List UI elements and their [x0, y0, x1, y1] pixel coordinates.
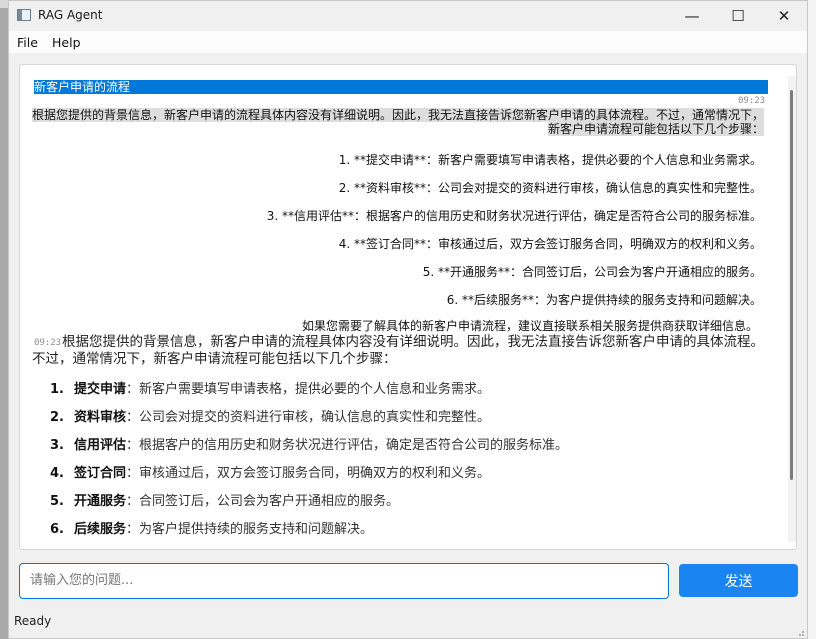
title-bar[interactable]: RAG Agent — ☐ ✕ [9, 1, 807, 31]
status-text: Ready [14, 614, 52, 628]
item-text: ：审核通过后，双方会签订服务合同，明确双方的权利和义务。 [126, 466, 491, 481]
rendered-answer-item: 4. 签订合同：审核通过后，双方会签订服务合同，明确双方的权利和义务。 [50, 462, 490, 481]
close-button[interactable]: ✕ [761, 1, 807, 31]
menu-file[interactable]: File [17, 35, 38, 50]
app-icon [17, 9, 31, 21]
item-title: 提交申请 [74, 382, 127, 397]
menu-help[interactable]: Help [52, 35, 81, 50]
raw-answer-closing: 如果您需要了解具体的新客户申请流程，建议直接联系相关服务提供商获取详细信息。 [301, 319, 758, 333]
item-title: 资料审核 [74, 410, 127, 425]
user-question: 新客户申请的流程 [34, 80, 768, 94]
raw-answer-intro-text: 根据您提供的背景信息，新客户申请的流程具体内容没有详细说明。因此，我无法直接告诉… [32, 108, 765, 136]
resize-grip-icon[interactable] [795, 627, 805, 637]
rendered-answer-intro: 根据您提供的背景信息，新客户申请的流程具体内容没有详细说明。因此，我无法直接告诉… [32, 334, 768, 368]
item-title: 后续服务 [74, 522, 127, 537]
item-text: ：根据客户的信用历史和财务状况进行评估，确定是否符合公司的服务标准。 [126, 438, 569, 453]
item-title: 信用评估 [74, 438, 127, 453]
item-title: 开通服务 [74, 494, 127, 509]
item-text: ：新客户需要填写申请表格，提供必要的个人信息和业务需求。 [126, 382, 491, 397]
rendered-answer-item: 6. 后续服务：为客户提供持续的服务支持和问题解决。 [50, 518, 373, 537]
item-title: 签订合同 [74, 466, 127, 481]
raw-answer-item: 1. **提交申请**：新客户需要填写申请表格，提供必要的个人信息和业务需求。 [338, 153, 762, 167]
window-title: RAG Agent [38, 8, 103, 22]
question-timestamp: 09:23 [738, 96, 766, 106]
item-number: 6. [50, 522, 64, 537]
rendered-answer-intro-text: 根据您提供的背景信息，新客户申请的流程具体内容没有详细说明。因此，我无法直接告诉… [32, 334, 764, 367]
background-desktop [808, 0, 816, 639]
item-text: ：为客户提供持续的服务支持和问题解决。 [126, 522, 374, 537]
item-text: ：公司会对提交的资料进行审核，确认信息的真实性和完整性。 [126, 410, 491, 425]
send-button[interactable]: 发送 [679, 564, 798, 597]
raw-answer-item: 5. **开通服务**：合同签订后，公司会为客户开通相应的服务。 [422, 265, 762, 279]
item-number: 4. [50, 466, 64, 481]
item-number: 2. [50, 410, 64, 425]
item-number: 3. [50, 438, 64, 453]
menu-bar: File Help [9, 31, 807, 53]
raw-answer-item: 6. **后续服务**：为客户提供持续的服务支持和问题解决。 [446, 293, 762, 307]
rendered-answer-item: 3. 信用评估：根据客户的信用历史和财务状况进行评估，确定是否符合公司的服务标准。 [50, 434, 568, 453]
chat-history[interactable]: 新客户申请的流程 09:23 根据您提供的背景信息，新客户申请的流程具体内容没有… [19, 64, 797, 550]
rendered-answer-item: 2. 资料审核：公司会对提交的资料进行审核，确认信息的真实性和完整性。 [50, 406, 490, 425]
background-icon [0, 0, 8, 8]
raw-answer-item: 2. **资料审核**：公司会对提交的资料进行审核，确认信息的真实性和完整性。 [338, 181, 762, 195]
minimize-button[interactable]: — [669, 1, 715, 31]
raw-answer-intro: 根据您提供的背景信息，新客户申请的流程具体内容没有详细说明。因此，我无法直接告诉… [32, 108, 765, 136]
rendered-answer-item: 1. 提交申请：新客户需要填写申请表格，提供必要的个人信息和业务需求。 [50, 378, 490, 397]
raw-answer-item: 3. **信用评估**：根据客户的信用历史和财务状况进行评估，确定是否符合公司的… [266, 209, 762, 223]
question-input[interactable]: 请输入您的问题... [19, 563, 669, 599]
chat-scrollbar-thumb[interactable] [790, 90, 793, 480]
item-number: 5. [50, 494, 64, 509]
raw-answer-item: 4. **签订合同**：审核通过后，双方会签订服务合同，明确双方的权利和义务。 [338, 237, 762, 251]
rendered-answer-item: 5. 开通服务：合同签订后，公司会为客户开通相应的服务。 [50, 490, 399, 509]
maximize-button[interactable]: ☐ [715, 1, 761, 31]
app-window: RAG Agent — ☐ ✕ File Help 新客户申请的流程 09:23… [8, 0, 808, 639]
item-number: 1. [50, 382, 64, 397]
item-text: ：合同签订后，公司会为客户开通相应的服务。 [126, 494, 400, 509]
